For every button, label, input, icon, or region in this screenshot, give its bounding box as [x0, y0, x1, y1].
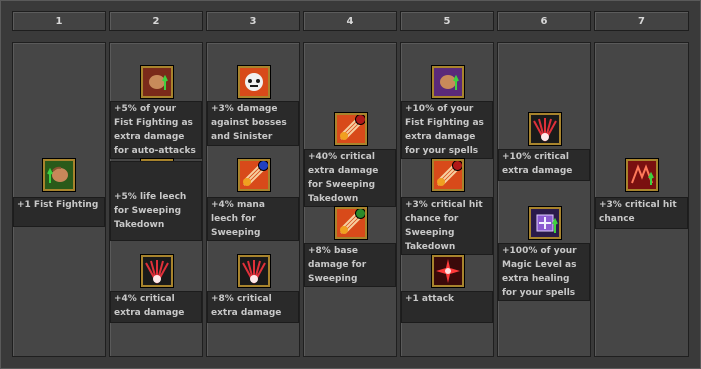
magic-healing-icon[interactable]: [529, 207, 561, 239]
perk-desc: +1 Fist Fighting: [13, 197, 105, 227]
column-header-6: 6: [497, 11, 591, 31]
perk-desc: +3% critical hit chance for Sweeping Tak…: [401, 197, 493, 255]
perk-desc: +5% life leech for Sweeping Takedown: [110, 161, 202, 241]
perk-desc: +10% critical extra damage: [498, 149, 590, 181]
perk-desc: +8% base damage for Sweeping Takedown: [304, 243, 396, 287]
critical-hit-chance-icon[interactable]: [626, 159, 658, 191]
sweeping-takedown-icon[interactable]: [335, 207, 367, 239]
critical-badge-icon: [452, 161, 462, 171]
critical-badge-icon: [355, 115, 365, 125]
boss-damage-icon[interactable]: [238, 66, 270, 98]
perk-desc: +40% critical extra damage for Sweeping …: [304, 149, 396, 207]
perk-desc: +1 attack: [401, 291, 493, 323]
critical-damage-icon[interactable]: [238, 255, 270, 287]
skill-tree-panel: 1 2 3 4 5 6 7 +1 Fist Fighting +5% of yo…: [0, 0, 701, 369]
perk-desc: +3% critical hit chance: [595, 197, 688, 229]
critical-damage-icon[interactable]: [141, 255, 173, 287]
attack-icon[interactable]: [432, 255, 464, 287]
fist-fighting-damage-icon[interactable]: [141, 66, 173, 98]
column-header-7: 7: [594, 11, 689, 31]
perk-desc: +100% of your Magic Level as extra heali…: [498, 243, 590, 301]
column-header-5: 5: [400, 11, 494, 31]
perk-desc: +10% of your Fist Fighting as extra dama…: [401, 101, 493, 159]
column-6: [497, 42, 591, 357]
sweeping-takedown-icon[interactable]: [335, 113, 367, 145]
fist-fighting-icon[interactable]: [43, 159, 75, 191]
perk-desc: +4% critical extra damage: [110, 291, 202, 323]
mana-leech-icon: [258, 161, 268, 171]
fist-spell-damage-icon[interactable]: [432, 66, 464, 98]
base-damage-badge-icon: [355, 209, 365, 219]
perk-desc: +5% of your Fist Fighting as extra damag…: [110, 101, 202, 159]
sweeping-takedown-icon[interactable]: [238, 159, 270, 191]
column-header-4: 4: [303, 11, 397, 31]
column-header-1: 1: [12, 11, 106, 31]
perk-desc: +4% mana leech for Sweeping Takedown: [207, 197, 299, 241]
column-header-2: 2: [109, 11, 203, 31]
perk-desc: +8% critical extra damage: [207, 291, 299, 323]
perk-desc: +3% damage against bosses and Sinister E…: [207, 101, 299, 146]
critical-damage-icon[interactable]: [529, 113, 561, 145]
sweeping-takedown-icon[interactable]: [432, 159, 464, 191]
column-header-3: 3: [206, 11, 300, 31]
